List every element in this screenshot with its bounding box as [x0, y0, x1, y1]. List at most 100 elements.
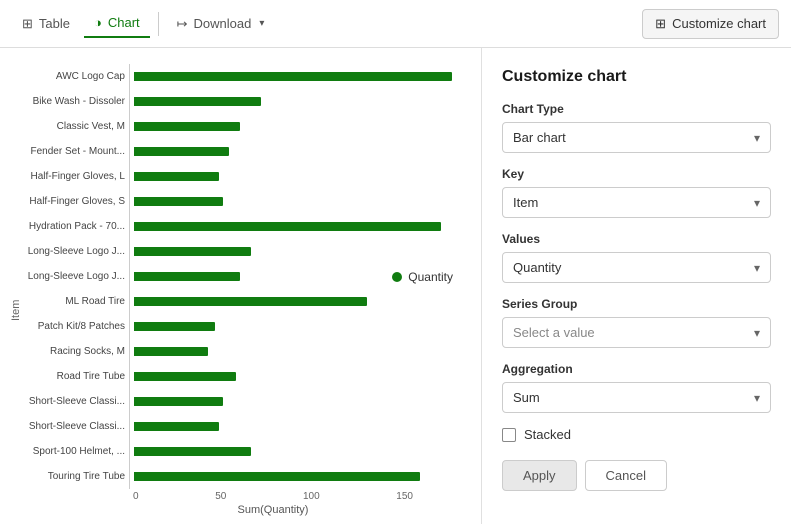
aggregation-dropdown[interactable]: Sum ▾ — [502, 382, 771, 413]
item-label: Hydration Pack - 70... — [24, 221, 125, 233]
bar — [134, 422, 219, 431]
key-chevron-icon: ▾ — [754, 196, 760, 210]
chart-type-chevron-icon: ▾ — [754, 131, 760, 145]
bar-row — [134, 221, 473, 233]
stacked-checkbox[interactable] — [502, 428, 516, 442]
customize-chart-label: Customize chart — [672, 16, 766, 31]
apply-button[interactable]: Apply — [502, 460, 577, 491]
bar-row — [134, 346, 473, 358]
bar — [134, 397, 223, 406]
download-chevron-icon: ▾ — [259, 18, 264, 29]
legend-label: Quantity — [408, 270, 453, 284]
bar — [134, 147, 229, 156]
values-dropdown[interactable]: Quantity ▾ — [502, 252, 771, 283]
bar-row — [134, 96, 473, 108]
bar-row — [134, 421, 473, 433]
chart-icon: ◑ — [94, 15, 102, 30]
download-tab[interactable]: ↦ Download ▾ — [167, 10, 275, 38]
bar — [134, 322, 215, 331]
item-label: Sport-100 Helmet, ... — [24, 446, 125, 458]
cancel-button[interactable]: Cancel — [585, 460, 667, 491]
item-label: Long-Sleeve Logo J... — [24, 271, 125, 283]
bar-row — [134, 396, 473, 408]
series-group-dropdown[interactable]: Select a value ▾ — [502, 317, 771, 348]
bar — [134, 122, 240, 131]
bar-row — [134, 296, 473, 308]
download-tab-label: Download — [194, 16, 252, 31]
item-label: Bike Wash - Dissoler — [24, 96, 125, 108]
bar — [134, 372, 236, 381]
bar — [134, 72, 452, 81]
chart-tab-label: Chart — [108, 15, 140, 30]
bar-row — [134, 146, 473, 158]
item-label: Half-Finger Gloves, S — [24, 196, 125, 208]
item-label: Long-Sleeve Logo J... — [24, 246, 125, 258]
x-tick: 150 — [396, 491, 413, 502]
action-buttons: Apply Cancel — [502, 460, 771, 491]
aggregation-value: Sum — [513, 390, 540, 405]
item-label: ML Road Tire — [24, 296, 125, 308]
x-tick: 100 — [303, 491, 320, 502]
bar-row — [134, 196, 473, 208]
values-label: Values — [502, 232, 771, 246]
item-label: Short-Sleeve Classi... — [24, 421, 125, 433]
x-tick: 0 — [133, 491, 139, 502]
item-label: Fender Set - Mount... — [24, 146, 125, 158]
bar — [134, 297, 367, 306]
bar — [134, 247, 251, 256]
chart-inner: AWC Logo Cap Bike Wash - Dissoler Classic … — [24, 64, 473, 516]
bar — [134, 222, 441, 231]
item-label: Classic Vest, M — [24, 121, 125, 133]
series-group-label: Series Group — [502, 297, 771, 311]
customize-panel: Customize chart Chart Type Bar chart ▾ K… — [481, 48, 791, 524]
bar — [134, 347, 208, 356]
bar — [134, 97, 261, 106]
stacked-label: Stacked — [524, 427, 571, 442]
customize-chart-button[interactable]: ⊞ Customize chart — [642, 9, 779, 39]
divider — [158, 12, 159, 36]
bar — [134, 472, 420, 481]
key-dropdown[interactable]: Item ▾ — [502, 187, 771, 218]
series-group-value: Select a value — [513, 325, 595, 340]
item-labels: AWC Logo Cap Bike Wash - Dissoler Classic … — [24, 64, 129, 489]
bar-row — [134, 471, 473, 483]
customize-icon: ⊞ — [655, 16, 666, 32]
table-tab-label: Table — [39, 16, 70, 31]
bar-row — [134, 321, 473, 333]
item-label: Racing Socks, M — [24, 346, 125, 358]
y-axis-label: Item — [8, 64, 24, 516]
stacked-row: Stacked — [502, 427, 771, 442]
aggregation-label: Aggregation — [502, 362, 771, 376]
x-axis-label: Sum(Quantity) — [133, 502, 473, 516]
toolbar: ⊞ Table ◑ Chart ↦ Download ▾ ⊞ Customize… — [0, 0, 791, 48]
x-ticks: 050100150 — [133, 489, 473, 502]
item-label: Touring Tire Tube — [24, 471, 125, 483]
table-icon: ⊞ — [22, 16, 33, 32]
item-label: Road Tire Tube — [24, 371, 125, 383]
bar — [134, 197, 223, 206]
bars-and-labels: AWC Logo Cap Bike Wash - Dissoler Classic … — [24, 64, 473, 489]
key-label: Key — [502, 167, 771, 181]
legend-dot — [392, 272, 402, 282]
chart-type-label: Chart Type — [502, 102, 771, 116]
bar-row — [134, 246, 473, 258]
bar-row — [134, 121, 473, 133]
item-label: AWC Logo Cap — [24, 71, 125, 83]
chart-tab[interactable]: ◑ Chart — [84, 9, 150, 38]
bar — [134, 172, 219, 181]
download-icon: ↦ — [177, 16, 188, 32]
bar-row — [134, 446, 473, 458]
chart-type-value: Bar chart — [513, 130, 566, 145]
item-label: Short-Sleeve Classi... — [24, 396, 125, 408]
legend: Quantity — [392, 270, 453, 284]
item-label: Patch Kit/8 Patches — [24, 321, 125, 333]
table-tab[interactable]: ⊞ Table — [12, 10, 80, 38]
bar-row — [134, 171, 473, 183]
panel-title: Customize chart — [502, 68, 771, 86]
main-content: Item AWC Logo Cap Bike Wash - Dissoler Cla… — [0, 48, 791, 524]
x-axis: 050100150 Sum(Quantity) — [24, 489, 473, 516]
bar-row — [134, 71, 473, 83]
key-value: Item — [513, 195, 538, 210]
chart-area: Item AWC Logo Cap Bike Wash - Dissoler Cla… — [0, 48, 481, 524]
chart-type-dropdown[interactable]: Bar chart ▾ — [502, 122, 771, 153]
